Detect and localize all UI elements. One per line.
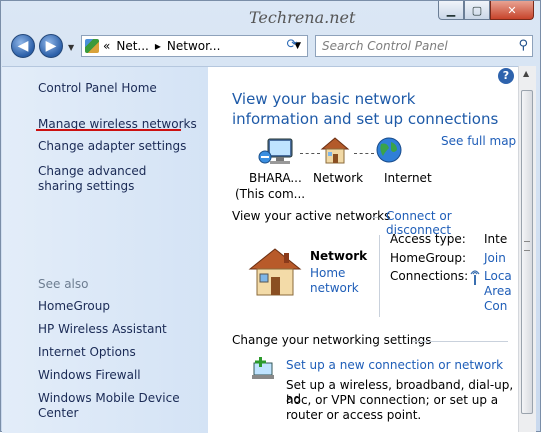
connector-line <box>300 153 320 155</box>
connector-line <box>354 153 374 155</box>
setup-description-line2: hoc, or VPN connection; or set up a <box>286 393 499 407</box>
home-network-large-icon <box>248 248 302 296</box>
see-also-mobile-device-center[interactable]: Windows Mobile Device Center <box>38 391 208 421</box>
refresh-icon[interactable]: ⟳ <box>282 37 302 55</box>
address-bar[interactable]: « Net... ▸ Networ... ▼ <box>81 35 308 57</box>
vertical-divider <box>379 235 380 317</box>
title-bar: Techrena.net ▁ ▢ ✕ <box>1 1 540 29</box>
see-also-heading: See also <box>38 277 89 291</box>
breadcrumb-current[interactable]: Networ... <box>167 39 221 53</box>
computer-subtitle: (This com... <box>235 187 306 201</box>
computer-icon <box>258 138 293 164</box>
caption-buttons: ▁ ▢ ✕ <box>438 1 534 20</box>
home-network-icon <box>320 137 350 164</box>
see-also-homegroup[interactable]: HomeGroup <box>38 299 110 314</box>
see-also-hp-wireless-assistant[interactable]: HP Wireless Assistant <box>38 322 167 337</box>
sidebar-item-advanced-sharing[interactable]: Change advanced sharing settings <box>38 164 188 194</box>
new-connection-icon <box>252 357 274 379</box>
sidebar-item-control-panel-home[interactable]: Control Panel Home <box>38 81 157 96</box>
access-type-value: Inte <box>484 232 508 246</box>
forward-button[interactable]: ▶ <box>39 34 63 58</box>
search-input[interactable]: Search Control Panel ⚲ <box>315 35 533 57</box>
breadcrumb-network[interactable]: Net... <box>116 39 149 53</box>
breadcrumb-separator[interactable]: ▸ <box>155 39 161 53</box>
scroll-grip-icon <box>524 241 530 251</box>
close-button[interactable]: ✕ <box>490 1 534 20</box>
internet-map-label[interactable]: Internet <box>384 171 432 185</box>
main-content: View your basic network information and … <box>208 66 518 433</box>
home-network-link-line2[interactable]: network <box>310 281 359 295</box>
see-full-map-link[interactable]: See full map <box>441 134 516 148</box>
change-settings-heading: Change your networking settings <box>232 333 432 347</box>
minimize-button[interactable]: ▁ <box>438 1 464 20</box>
help-icon[interactable]: ? <box>498 68 514 84</box>
home-network-link[interactable]: Home <box>310 266 345 280</box>
access-type-label: Access type: <box>390 232 466 246</box>
sidebar: Control Panel Home Manage wireless netwo… <box>2 66 208 433</box>
globe-icon <box>376 137 402 163</box>
vertical-scrollbar[interactable]: ▲ <box>518 66 536 432</box>
back-button[interactable]: ◀ <box>11 34 35 58</box>
recent-pages-dropdown[interactable]: ▼ <box>68 43 74 52</box>
see-also-windows-firewall[interactable]: Windows Firewall <box>38 368 141 383</box>
local-area-connection-link-line2[interactable]: Area <box>484 284 512 298</box>
control-panel-icon <box>85 39 99 53</box>
watermark-text: Techrena.net <box>249 8 356 27</box>
divider <box>413 341 508 342</box>
breadcrumb-overflow[interactable]: « <box>103 39 110 53</box>
setup-description-line3: router or access point. <box>286 408 422 422</box>
search-placeholder: Search Control Panel <box>322 39 448 53</box>
local-area-connection-link[interactable]: Loca <box>484 269 512 283</box>
search-icon[interactable]: ⚲ <box>518 36 528 56</box>
divider <box>372 217 378 218</box>
computer-name[interactable]: BHARA... <box>249 171 302 185</box>
network-name: Network <box>310 249 368 263</box>
navigation-bar: ◀ ▶ ▼ « Net... ▸ Networ... ▼ ⟳ Search Co… <box>1 31 540 63</box>
connections-label: Connections: <box>390 269 469 283</box>
page-title: View your basic network information and … <box>232 90 499 128</box>
local-area-connection-link-line3[interactable]: Con <box>484 299 507 313</box>
see-also-internet-options[interactable]: Internet Options <box>38 345 136 360</box>
maximize-button[interactable]: ▢ <box>464 1 490 20</box>
homegroup-join-link[interactable]: Join <box>484 251 506 265</box>
network-map-label[interactable]: Network <box>313 171 363 185</box>
active-networks-label: View your active networks <box>232 209 391 223</box>
network-sharing-center-window: Techrena.net ▁ ▢ ✕ ◀ ▶ ▼ « Net... ▸ Netw… <box>0 0 541 433</box>
highlight-underline <box>36 129 181 131</box>
setup-new-connection-link[interactable]: Set up a new connection or network <box>286 358 503 372</box>
homegroup-label: HomeGroup: <box>390 251 467 265</box>
sidebar-item-adapter-settings[interactable]: Change adapter settings <box>38 139 186 154</box>
scrollbar-thumb[interactable] <box>521 90 533 414</box>
wireless-signal-icon <box>470 270 480 285</box>
scroll-up-icon[interactable]: ▲ <box>523 69 529 78</box>
